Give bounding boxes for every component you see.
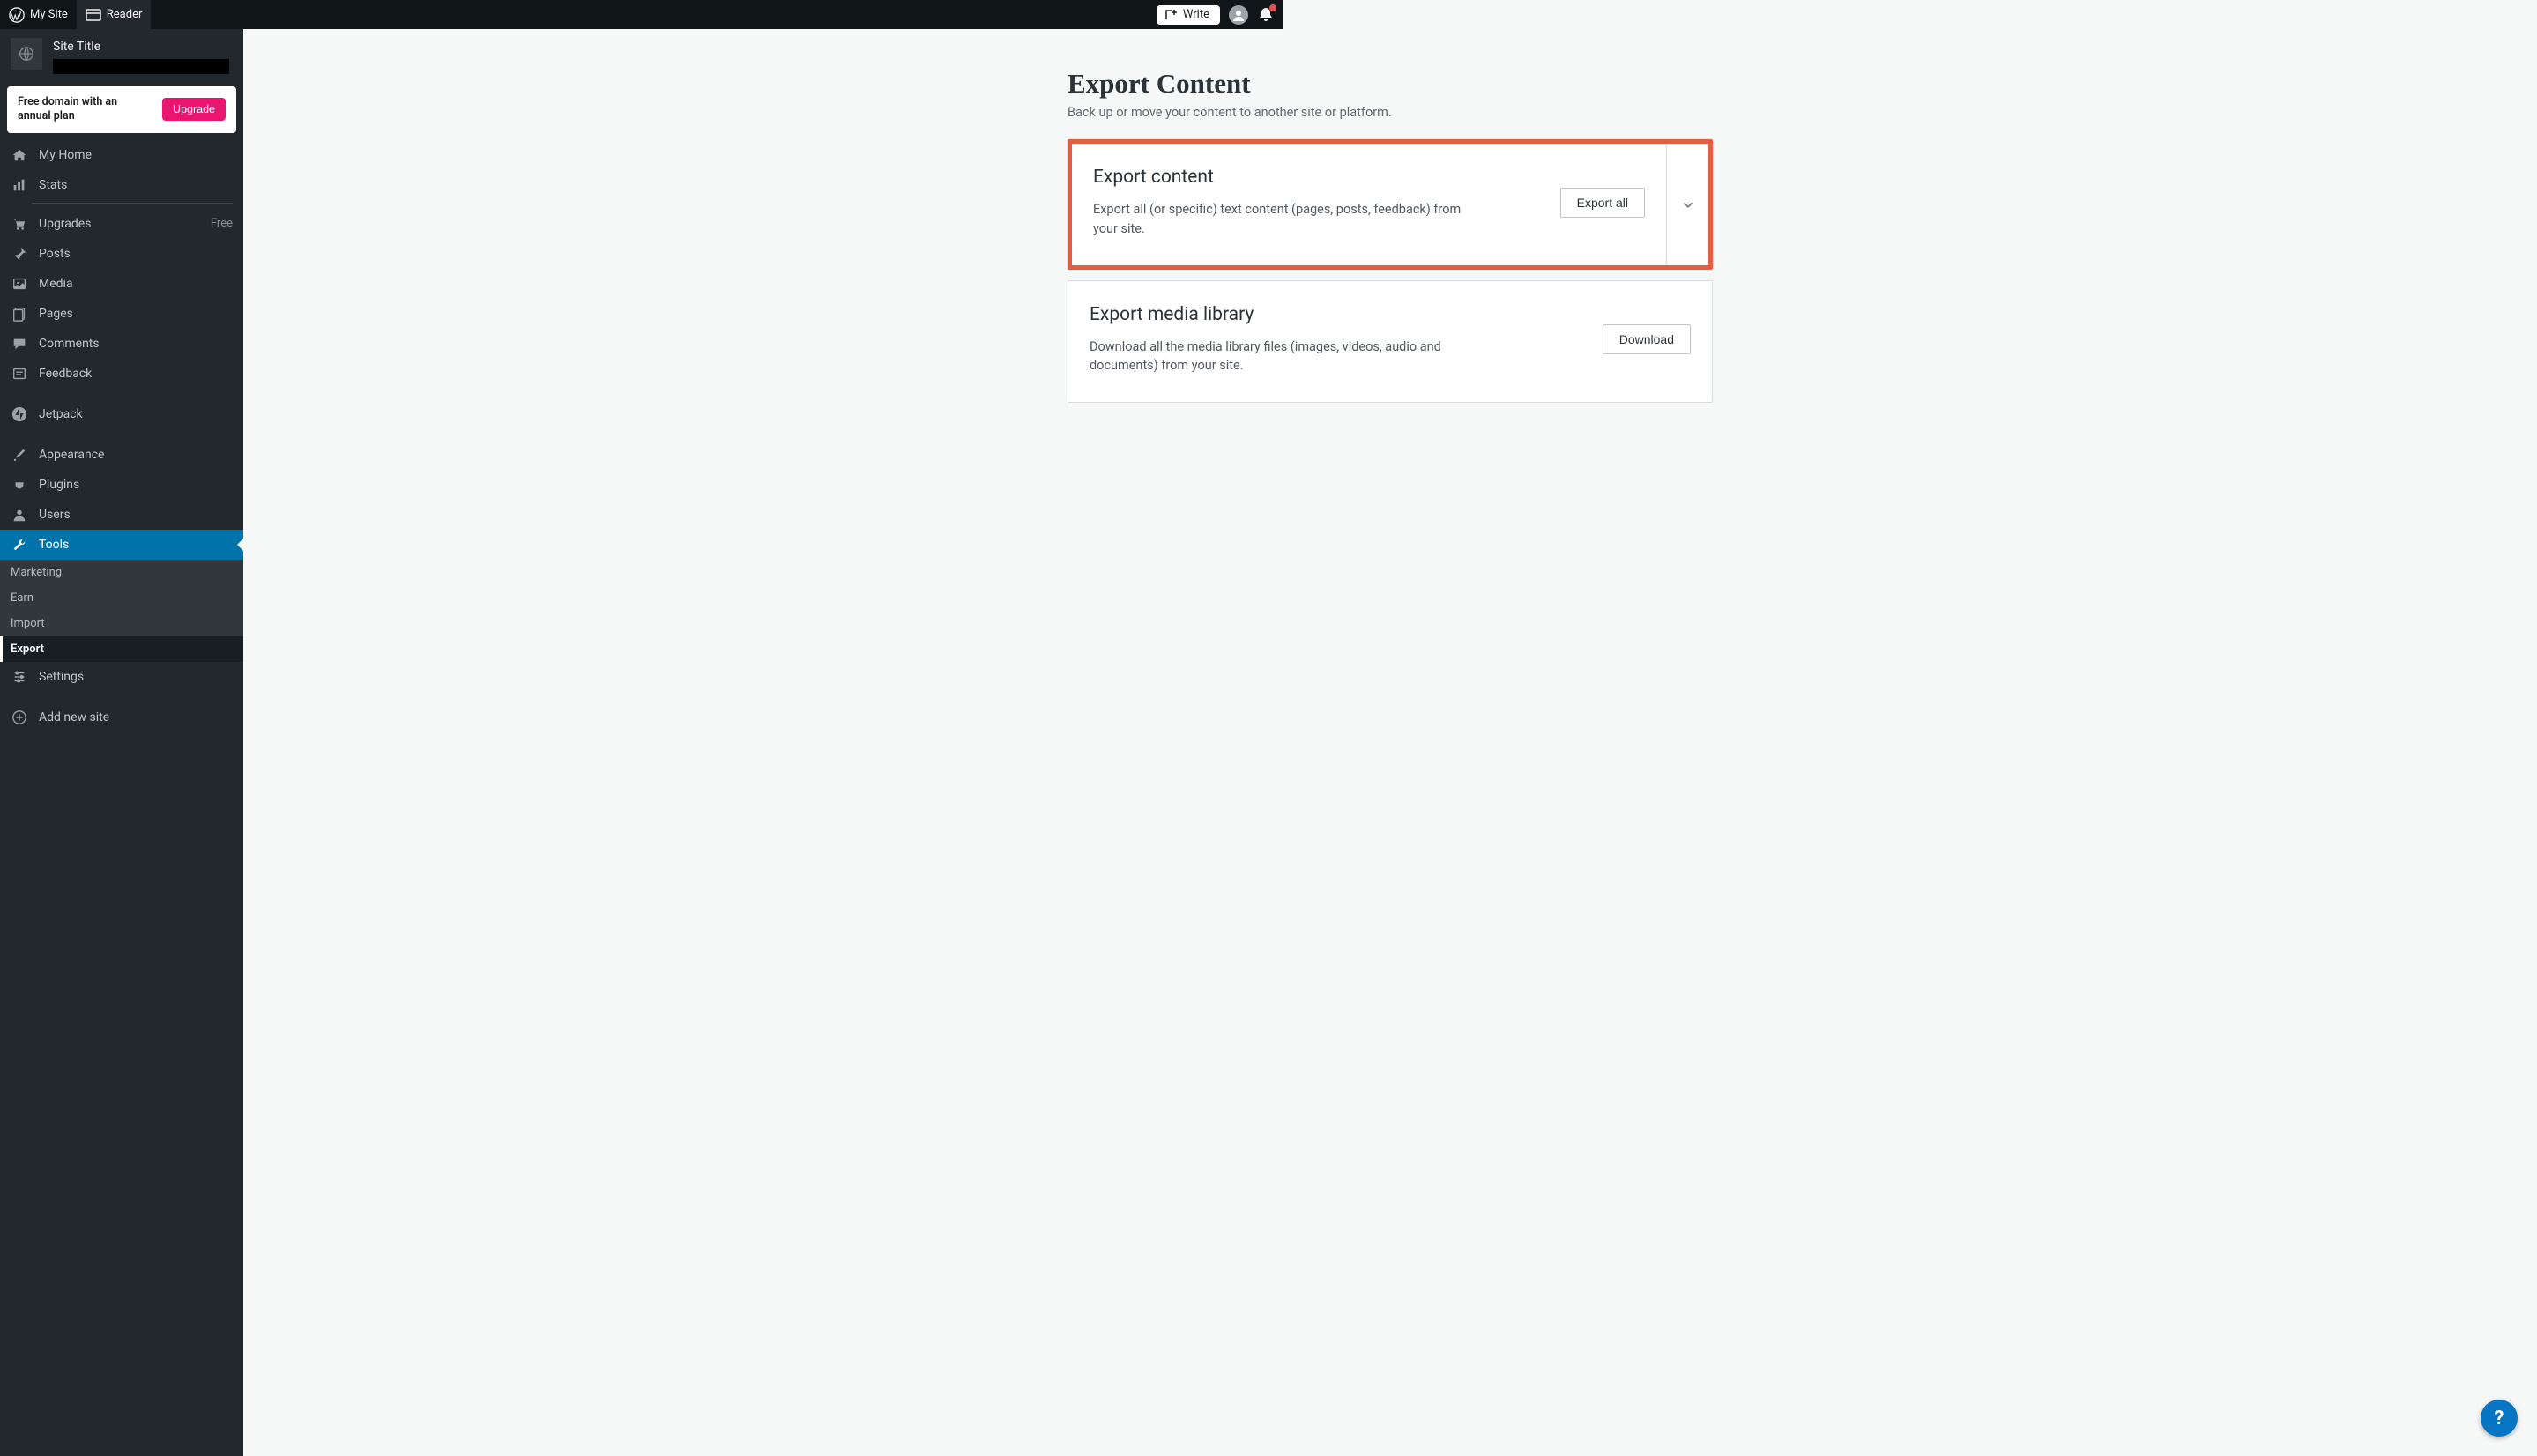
- plug-icon: [11, 477, 28, 493]
- site-url-redacted: [53, 59, 229, 74]
- sidebar-item-upgrades[interactable]: Upgrades Free: [0, 209, 243, 239]
- export-content-desc: Export all (or specific) text content (p…: [1093, 200, 1481, 239]
- sidebar-item-label: Stats: [39, 178, 67, 192]
- wrench-icon: [11, 537, 28, 553]
- user-icon: [11, 507, 28, 523]
- comments-icon: [11, 336, 28, 352]
- upgrade-card: Free domain with an annual plan Upgrade: [7, 86, 236, 133]
- media-icon: [11, 276, 28, 292]
- pin-icon: [11, 246, 28, 262]
- sidebar-item-label: Feedback: [39, 367, 92, 381]
- sidebar-item-stats[interactable]: Stats: [0, 170, 243, 200]
- reader-tab[interactable]: Reader: [77, 0, 152, 29]
- chevron-down-icon: [1680, 197, 1696, 212]
- brush-icon: [11, 447, 28, 463]
- stats-icon: [11, 177, 28, 193]
- subnav-marketing[interactable]: Marketing: [0, 560, 243, 585]
- write-button[interactable]: Write: [1157, 5, 1220, 25]
- wp-logo-my-site[interactable]: My Site: [0, 0, 77, 29]
- sidebar-item-label: Upgrades: [39, 217, 91, 231]
- tools-subnav: Marketing Earn Import Export: [0, 560, 243, 662]
- main-content: Export Content Back up or move your cont…: [243, 29, 2537, 1456]
- upgrade-text: Free domain with an annual plan: [18, 95, 141, 124]
- sliders-icon: [11, 669, 28, 685]
- nav-divider: [32, 203, 233, 204]
- sidebar-item-label: Jetpack: [39, 407, 83, 421]
- subnav-import[interactable]: Import: [0, 611, 243, 636]
- sidebar-item-label: Pages: [39, 307, 73, 321]
- feedback-icon: [11, 366, 28, 382]
- subnav-earn[interactable]: Earn: [0, 585, 243, 611]
- site-header[interactable]: Site Title: [0, 29, 243, 79]
- help-fab[interactable]: ?: [2481, 1400, 2518, 1437]
- notification-dot-icon: [1269, 4, 1276, 11]
- sidebar-item-posts[interactable]: Posts: [0, 239, 243, 269]
- sidebar-item-plugins[interactable]: Plugins: [0, 470, 243, 500]
- write-label: Write: [1183, 8, 1209, 21]
- sidebar-item-appearance[interactable]: Appearance: [0, 440, 243, 470]
- avatar[interactable]: [1229, 5, 1248, 25]
- export-content-title: Export content: [1093, 167, 1481, 188]
- sidebar-item-label: Appearance: [39, 448, 104, 462]
- sidebar-item-label: Plugins: [39, 478, 79, 492]
- export-content-expand[interactable]: [1666, 144, 1708, 265]
- export-all-button[interactable]: Export all: [1560, 188, 1645, 218]
- subnav-export[interactable]: Export: [0, 636, 243, 662]
- my-site-label: My Site: [30, 8, 68, 21]
- sidebar: Site Title Free domain with an annual pl…: [0, 29, 243, 1456]
- wordpress-logo-icon: [9, 7, 25, 23]
- reader-icon: [86, 9, 101, 21]
- top-bar: My Site Reader Write: [0, 0, 1283, 29]
- sidebar-item-label: Media: [39, 277, 73, 291]
- sidebar-item-media[interactable]: Media: [0, 269, 243, 299]
- sidebar-item-label: Comments: [39, 337, 100, 351]
- plus-circle-icon: [11, 709, 28, 725]
- export-content-highlight: Export content Export all (or specific) …: [1068, 139, 1713, 270]
- topbar-left: My Site Reader: [0, 0, 151, 29]
- page-title: Export Content: [1068, 68, 1713, 100]
- topbar-right: Write: [1157, 5, 1283, 25]
- sidebar-item-comments[interactable]: Comments: [0, 329, 243, 359]
- export-media-desc: Download all the media library files (im…: [1090, 338, 1477, 376]
- notifications-button[interactable]: [1257, 6, 1275, 24]
- sidebar-item-my-home[interactable]: My Home: [0, 140, 243, 170]
- export-media-card: Export media library Download all the me…: [1068, 280, 1713, 404]
- sidebar-item-pages[interactable]: Pages: [0, 299, 243, 329]
- sidebar-item-users[interactable]: Users: [0, 500, 243, 530]
- site-title: Site Title: [53, 40, 229, 54]
- upgrade-button[interactable]: Upgrade: [162, 98, 226, 121]
- sidebar-item-feedback[interactable]: Feedback: [0, 359, 243, 389]
- download-button[interactable]: Download: [1603, 324, 1691, 354]
- cart-icon: [11, 216, 28, 232]
- sidebar-item-label: Add new site: [39, 710, 109, 724]
- page-subtitle: Back up or move your content to another …: [1068, 105, 1713, 120]
- sidebar-item-label: Tools: [39, 538, 69, 552]
- sidebar-item-add-new-site[interactable]: Add new site: [0, 702, 243, 732]
- jetpack-icon: [11, 406, 28, 422]
- sidebar-item-label: Posts: [39, 247, 71, 261]
- sidebar-item-jetpack[interactable]: Jetpack: [0, 399, 243, 429]
- site-icon: [11, 38, 42, 70]
- export-media-title: Export media library: [1090, 304, 1477, 325]
- sidebar-item-label: Settings: [39, 670, 84, 684]
- reader-label: Reader: [107, 8, 143, 21]
- sidebar-item-label: My Home: [39, 148, 92, 162]
- sidebar-item-label: Users: [39, 508, 71, 522]
- sidebar-item-tools[interactable]: Tools: [0, 530, 243, 560]
- pages-icon: [11, 306, 28, 322]
- upgrades-badge: Free: [211, 217, 233, 230]
- sidebar-item-settings[interactable]: Settings: [0, 662, 243, 692]
- home-icon: [11, 147, 28, 163]
- write-plus-icon: [1164, 8, 1178, 22]
- help-icon: ?: [2495, 1408, 2504, 1430]
